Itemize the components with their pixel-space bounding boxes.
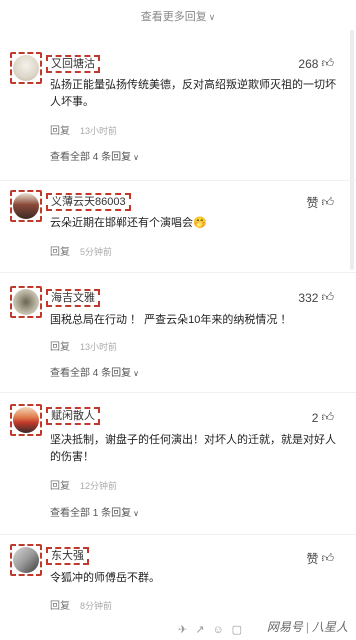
see-more-label: 查看更多回复	[140, 11, 207, 23]
username[interactable]: 义薄云天86003	[46, 193, 131, 211]
avatar[interactable]	[10, 190, 42, 222]
username[interactable]: 赋闲散人	[46, 407, 100, 425]
comment-text: 令狐冲的师傅岳不群。	[50, 572, 160, 584]
comment-text: 坚决抵制，谢盘子的任何演出！对坏人的迁就，就是对好人的伤害！	[50, 434, 336, 463]
divider	[0, 272, 356, 273]
share-icon[interactable]: ↗	[195, 624, 212, 636]
like-count-value: 332	[298, 290, 319, 305]
comment-meta: 回复 13小时前	[50, 338, 117, 353]
avatar[interactable]	[10, 52, 42, 84]
comment-time: 12分钟前	[80, 481, 118, 491]
comment-meta: 回复 8分钟前	[50, 597, 112, 612]
see-all-replies-link[interactable]: 查看全部 1 条回复 ∨	[50, 504, 139, 519]
comment-meta: 回复 12分钟前	[50, 477, 117, 492]
divider	[0, 392, 356, 393]
comment-text: 云朵近期在邯郸还有个演唱会🤭	[50, 217, 207, 229]
divider	[0, 180, 356, 181]
reply-button[interactable]: 回复	[50, 247, 70, 258]
comment-item: 东大强 赞 👍︎ 令狐冲的师傅岳不群。 回复 8分钟前	[0, 542, 356, 622]
comment-meta: 回复 5分钟前	[50, 243, 112, 258]
divider	[0, 534, 356, 535]
thumbs-up-icon: 👍︎	[321, 195, 334, 209]
comment-item: 义薄云天86003 赞 👍︎ 云朵近期在邯郸还有个演唱会🤭 回复 5分钟前	[0, 188, 356, 268]
username[interactable]: 海吉文雅	[46, 289, 100, 307]
comment-text: 弘扬正能量弘扬传统美德，反对高绍叛逆欺师灭祖的一切坏人坏事。	[50, 79, 336, 108]
like-label: 赞	[306, 552, 319, 566]
like-button[interactable]: 赞 👍︎	[306, 550, 334, 567]
comment-item: 又回塘沽 268 👍︎ 弘扬正能量弘扬传统美德，反对高绍叛逆欺师灭祖的一切坏人坏事…	[0, 50, 356, 180]
comment-time: 13小时前	[80, 126, 118, 136]
comment-meta: 回复 13小时前	[50, 122, 117, 137]
like-count[interactable]: 332 👍︎	[298, 290, 334, 305]
reply-button[interactable]: 回复	[50, 126, 70, 137]
comment-text: 国税总局在行动 ！ 严查云朵10年来的纳税情况 ！	[50, 314, 292, 326]
comment-icon[interactable]: ▢	[232, 624, 250, 636]
thumbs-up-icon: 👍︎	[321, 410, 334, 424]
watermark: 网易号 | 八星人	[267, 618, 348, 635]
chevron-down-icon: ∨	[208, 12, 216, 22]
comment-time: 8分钟前	[80, 601, 113, 611]
comment-time: 5分钟前	[80, 247, 113, 257]
avatar[interactable]	[10, 286, 42, 318]
chevron-down-icon: ∨	[133, 153, 139, 162]
toolbar-icons: ✈↗☺▢	[178, 623, 250, 636]
like-label: 赞	[306, 196, 319, 210]
like-count-value: 268	[298, 56, 319, 71]
chevron-down-icon: ∨	[133, 509, 139, 518]
comment-item: 赋闲散人 2 👍︎ 坚决抵制，谢盘子的任何演出！对坏人的迁就，就是对好人的伤害！ …	[0, 402, 356, 532]
see-all-replies-link[interactable]: 查看全部 4 条回复 ∨	[50, 148, 139, 163]
watermark-author: 八星人	[311, 620, 348, 634]
thumbs-up-icon: 👍︎	[321, 290, 334, 304]
reply-button[interactable]: 回复	[50, 481, 70, 492]
like-button[interactable]: 赞 👍︎	[306, 194, 334, 211]
emoji-icon[interactable]: ☺	[212, 624, 231, 636]
avatar[interactable]	[10, 544, 42, 576]
reply-button[interactable]: 回复	[50, 601, 70, 612]
comment-item: 海吉文雅 332 👍︎ 国税总局在行动 ！ 严查云朵10年来的纳税情况 ！ 回复 1…	[0, 282, 356, 392]
username[interactable]: 又回塘沽	[46, 55, 100, 73]
see-all-label: 查看全部 4 条回复	[50, 368, 132, 379]
chevron-down-icon: ∨	[133, 369, 139, 378]
see-all-label: 查看全部 1 条回复	[50, 508, 132, 519]
send-icon[interactable]: ✈	[178, 624, 195, 636]
avatar[interactable]	[10, 404, 42, 436]
like-count[interactable]: 268 👍︎	[298, 56, 334, 71]
see-all-replies-link[interactable]: 查看全部 4 条回复 ∨	[50, 364, 139, 379]
thumbs-up-icon: 👍︎	[321, 56, 334, 70]
like-count[interactable]: 2 👍︎	[312, 410, 334, 425]
see-all-label: 查看全部 4 条回复	[50, 152, 132, 163]
watermark-brand: 网易号	[266, 620, 303, 634]
thumbs-up-icon: 👍︎	[321, 551, 334, 565]
like-count-value: 2	[311, 410, 319, 425]
watermark-divider: |	[305, 620, 309, 634]
see-more-replies-link[interactable]: 查看更多回复 ∨	[0, 8, 356, 24]
comment-time: 13小时前	[80, 342, 118, 352]
bottom-toolbar: ✈↗☺▢ 网易号 | 八星人	[0, 618, 356, 640]
username[interactable]: 东大强	[46, 547, 89, 565]
reply-button[interactable]: 回复	[50, 342, 70, 353]
